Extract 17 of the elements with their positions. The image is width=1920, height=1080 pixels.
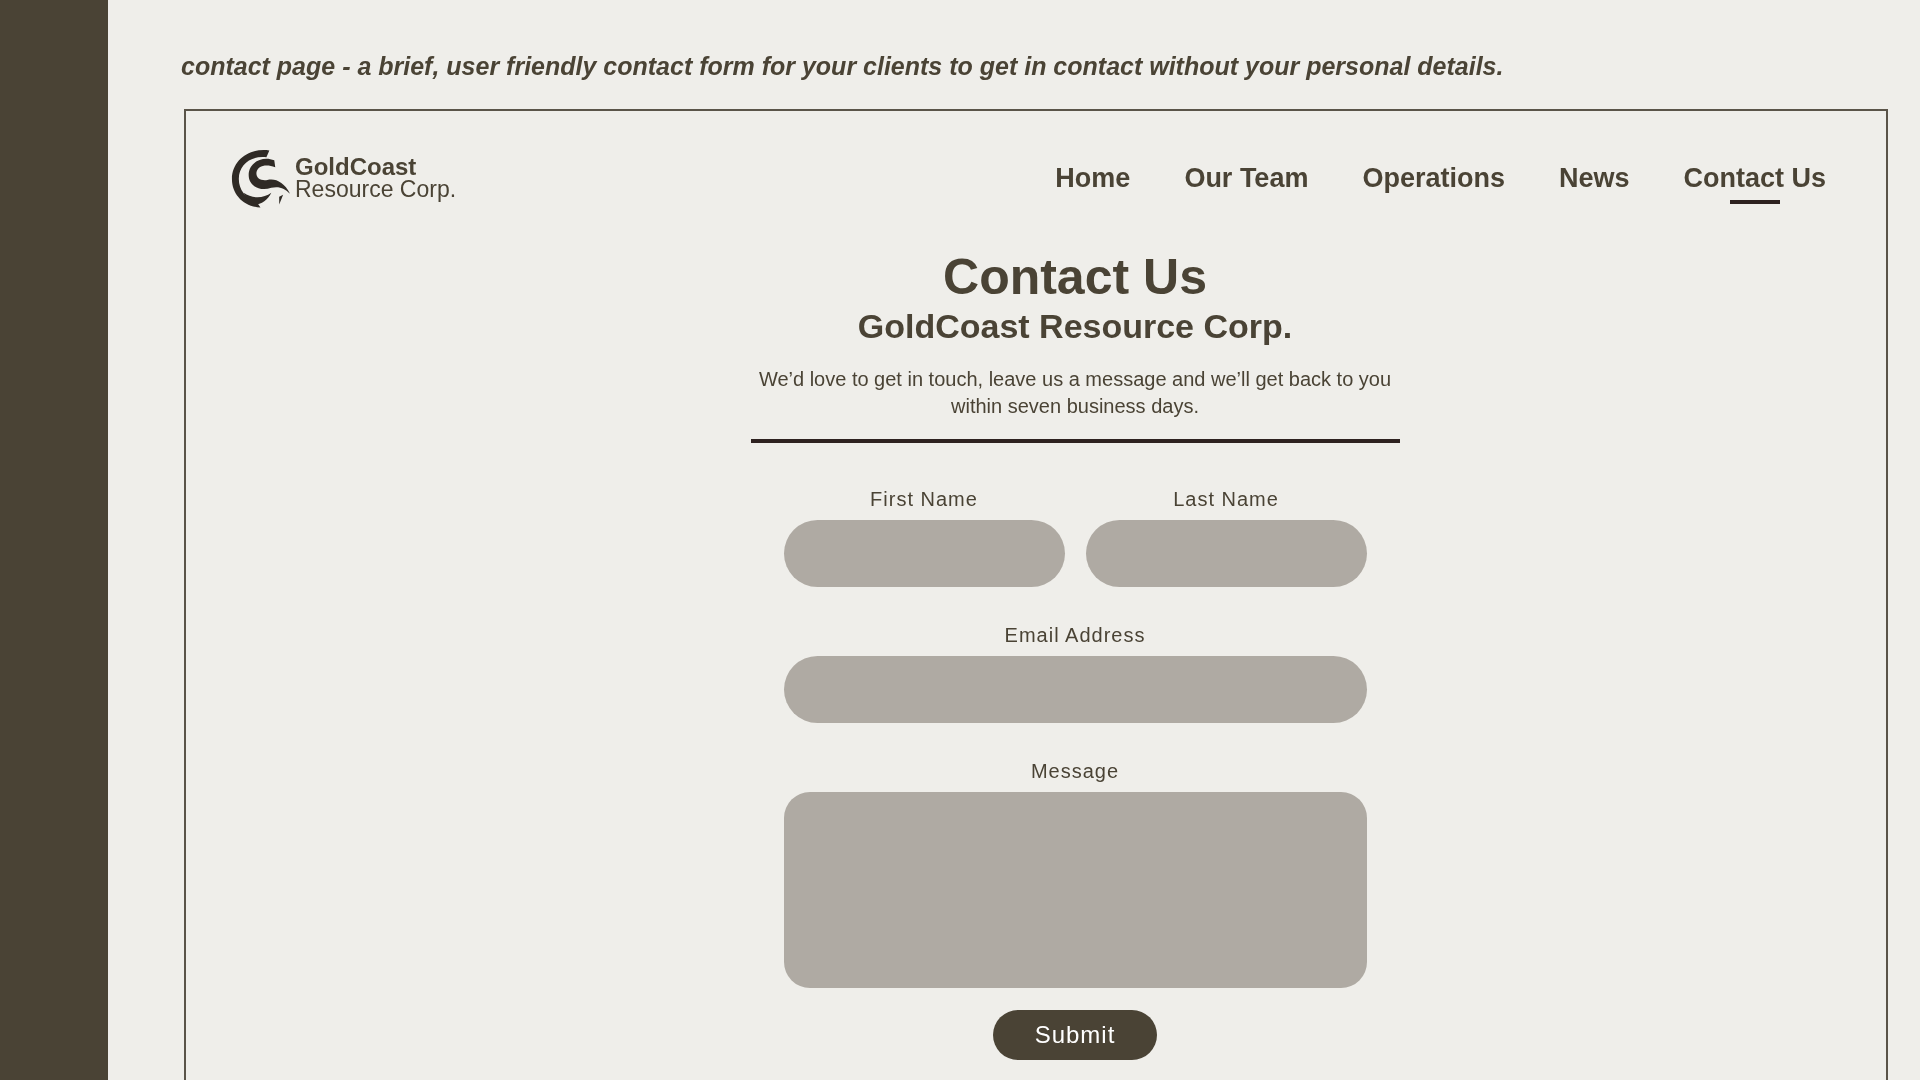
nav-link[interactable]: Our Team: [1184, 152, 1309, 204]
submit-button[interactable]: Submit: [993, 1010, 1157, 1060]
page-title: Contact Us: [943, 249, 1207, 306]
nav-link[interactable]: Contact Us: [1683, 152, 1826, 204]
field-label: Message: [1030, 759, 1120, 783]
field-label: First Name: [870, 487, 978, 511]
field-label: Last Name: [1173, 487, 1279, 511]
logo-tagline: Resource Corp.: [295, 178, 457, 201]
nav-link[interactable]: News: [1558, 152, 1630, 204]
field-label: Email Address: [1004, 623, 1146, 647]
intro-text: We’d love to get in touch, leave us a message and we’ll get back to you within seven business days.: [757, 367, 1393, 419]
nav-link[interactable]: Home: [1055, 152, 1131, 204]
nav-link[interactable]: Operations: [1362, 152, 1505, 204]
company-subtitle: GoldCoast Resource Corp.: [857, 306, 1293, 346]
message-field[interactable]: [783, 792, 1367, 988]
caption-text: contact page - a brief, user friendly contact form for your clients to get in contact without your personal details.: [181, 51, 1504, 81]
logo-name: GoldCoast: [295, 155, 417, 178]
